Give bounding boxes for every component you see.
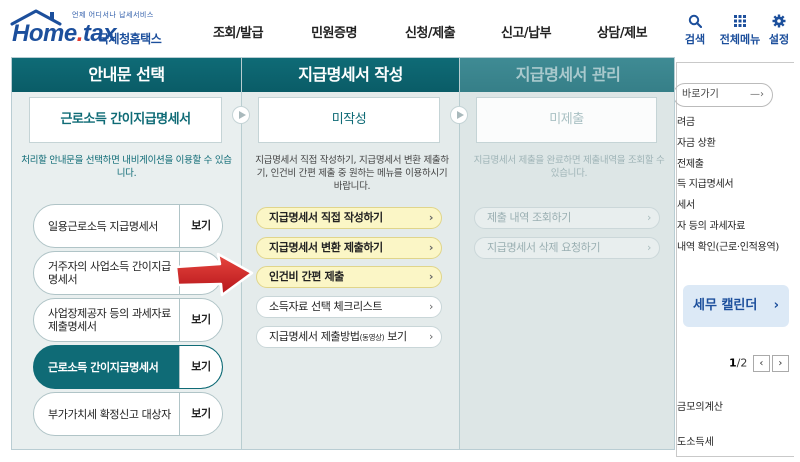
submission-history-button[interactable]: 제출 내역 조회하기 › (474, 207, 660, 229)
notice-item-label: 근로소득 간이지급명세서 (48, 360, 159, 374)
column-title: 지급명세서 작성 (242, 58, 459, 92)
nav-item-consult[interactable]: 상담/제보 (574, 22, 670, 44)
convert-submit-button[interactable]: 지급명세서 변환 제출하기 › (256, 237, 442, 259)
delete-request-button[interactable]: 지급명세서 삭제 요청하기 › (474, 237, 660, 259)
notice-item-label: 부가가치세 확정신고 대상자 (48, 407, 171, 421)
logo-korean-name: 국세청홈택스 (98, 32, 162, 46)
nav-item-inquiry[interactable]: 조회/발급 (190, 22, 286, 44)
all-menu-label: 전체메뉴 (719, 33, 761, 46)
nav-item-application[interactable]: 신청/제출 (382, 22, 478, 44)
statement-write-column: 지급명세서 작성 미작성 지급명세서 직접 작성하기, 지급명세서 변환 제출하… (241, 58, 459, 449)
notice-item-label: 일용근로소득 지급명세서 (48, 219, 159, 233)
shortcut-item[interactable]: 득 지급명세서 (677, 175, 779, 196)
pager-total: /2 (736, 356, 748, 370)
menu-label: 소득자료 선택 체크리스트 (269, 300, 383, 313)
shortcut-item[interactable]: 자금 상환 (677, 134, 779, 155)
menu-label: 인건비 간편 제출 (269, 270, 344, 283)
logo-tagline: 언제 어디서나 납세서비스 (72, 11, 154, 19)
column-description: 지급명세서 제출을 완료하면 제출내역을 조회할 수 있습니다. (473, 155, 665, 179)
step-arrow-icon (232, 106, 250, 124)
shortcut-item[interactable]: 내역 확인(근로·인적용역) (677, 238, 779, 259)
all-menu-button[interactable]: 전체메뉴 (716, 14, 764, 47)
view-button[interactable]: 보기 (179, 205, 222, 247)
pager-prev-button[interactable]: ‹ (752, 355, 770, 372)
write-status: 미작성 (258, 97, 440, 143)
chevron-right-icon: › (773, 298, 779, 313)
column-description: 지급명세서 직접 작성하기, 지급명세서 변환 제출하기, 인건비 간편 제출 … (255, 155, 449, 192)
pager-current: 1 (729, 356, 737, 370)
menu-suffix: 보기 (384, 330, 407, 343)
column-title: 안내문 선택 (12, 58, 241, 92)
hometax-logo[interactable]: 언제 어디서나 납세서비스 Home.tax 국세청홈택스 (8, 6, 193, 52)
shortcut-item[interactable]: 세서 (677, 196, 779, 217)
tax-calendar-button[interactable]: 세무 캘린더 › (683, 285, 789, 327)
menu-label: 지급명세서 삭제 요청하기 (487, 241, 601, 254)
search-icon (688, 14, 702, 28)
labor-cost-submit-button[interactable]: 인건비 간편 제출 › (256, 266, 442, 288)
column-title: 지급명세서 관리 (460, 58, 674, 92)
selected-notice[interactable]: 근로소득 간이지급명세서 (29, 97, 222, 143)
view-button[interactable]: 보기 (179, 346, 222, 388)
direct-write-button[interactable]: 지급명세서 직접 작성하기 › (256, 207, 442, 229)
chevron-right-icon: › (428, 241, 434, 254)
nav-item-certificate[interactable]: 민원증명 (286, 22, 382, 44)
submit-status: 미제출 (476, 97, 657, 143)
menu-sublabel: (동영상) (359, 333, 385, 342)
notice-item[interactable]: 부가가치세 확정신고 대상자 보기 (33, 392, 223, 436)
column-description: 처리할 안내문을 선택하면 내비게이션을 이용할 수 있습니다. (21, 155, 232, 179)
site-header: 언제 어디서나 납세서비스 Home.tax 국세청홈택스 조회/발급 민원증명… (0, 0, 800, 58)
panel-link[interactable]: 도소득세 (677, 433, 714, 448)
chevron-right-icon: › (428, 270, 434, 283)
search-button[interactable]: 검색 (672, 14, 718, 47)
shortcut-label: 바로가기 (682, 89, 719, 100)
statement-manage-column: 지급명세서 관리 미제출 지급명세서 제출을 완료하면 제출내역을 조회할 수 … (459, 58, 674, 449)
chevron-right-icon: › (429, 300, 433, 313)
menu-label: 지급명세서 변환 제출하기 (269, 241, 383, 254)
red-arrow-icon (174, 252, 254, 297)
search-label: 검색 (684, 33, 706, 46)
chevron-right-icon: › (647, 211, 651, 224)
chevron-right-icon: › (647, 241, 651, 254)
view-button[interactable]: 보기 (179, 393, 222, 435)
navigation-dropdown: 안내문 선택 근로소득 간이지급명세서 처리할 안내문을 선택하면 내비게이션을… (11, 57, 675, 450)
shortcut-button[interactable]: 바로가기 —› (673, 83, 773, 107)
panel-link[interactable]: 금모의계산 (677, 398, 723, 413)
settings-button[interactable]: 설정 (758, 14, 800, 47)
step-arrow-icon (450, 106, 468, 124)
notice-item-label: 사업장제공자 등의 과세자료 제출명세서 (48, 307, 171, 333)
submit-guide-video-button[interactable]: 지급명세서 제출방법(동영상) 보기 › (256, 326, 442, 348)
grid-icon (734, 15, 746, 27)
nav-item-report[interactable]: 신고/납부 (478, 22, 574, 44)
menu-label: 제출 내역 조회하기 (487, 211, 571, 224)
pager-next-button[interactable]: › (771, 355, 789, 372)
settings-label: 설정 (768, 33, 790, 46)
tax-calendar-label: 세무 캘린더 (693, 298, 758, 313)
shortcut-item[interactable]: 자 등의 과세자료 (677, 217, 779, 238)
notice-item[interactable]: 사업장제공자 등의 과세자료 제출명세서 보기 (33, 298, 223, 342)
notice-item-label: 거주자의 사업소득 간이지급명세서 (48, 260, 171, 286)
right-side-panel: 바로가기 —› 려금 자금 상환 전제출 득 지급명세서 세서 자 등의 과세자… (673, 62, 794, 457)
pager: 1/2 ‹ › (729, 355, 789, 372)
checklist-button[interactable]: 소득자료 선택 체크리스트 › (256, 296, 442, 318)
arrow-right-icon: —› (750, 89, 764, 100)
notice-item-active[interactable]: 근로소득 간이지급명세서 보기 (33, 345, 223, 389)
shortcut-item[interactable]: 려금 (677, 113, 779, 134)
main-nav: 조회/발급 민원증명 신청/제출 신고/납부 상담/제보 (190, 22, 670, 44)
gear-icon (772, 14, 786, 28)
chevron-right-icon: › (428, 211, 434, 224)
shortcut-list: 려금 자금 상환 전제출 득 지급명세서 세서 자 등의 과세자료 내역 확인(… (677, 113, 779, 259)
view-button[interactable]: 보기 (179, 299, 222, 341)
menu-label: 지급명세서 직접 작성하기 (269, 211, 383, 224)
notice-item[interactable]: 일용근로소득 지급명세서 보기 (33, 204, 223, 248)
chevron-right-icon: › (429, 330, 433, 343)
menu-label: 지급명세서 제출방법 (269, 330, 360, 343)
shortcut-item[interactable]: 전제출 (677, 155, 779, 176)
